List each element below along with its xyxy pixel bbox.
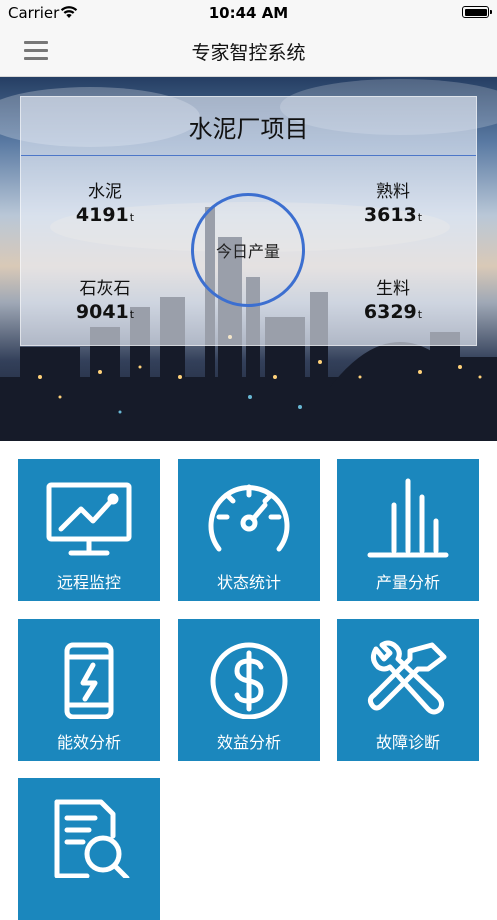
page-title: 专家智控系统 [191, 42, 306, 64]
stat-value: 3613 [363, 204, 417, 226]
project-title: 水泥厂项目 [188, 115, 309, 143]
stat-label: 石灰石 [79, 279, 131, 299]
today-output-ring: 今日产量 [191, 193, 305, 307]
monitor-chart-icon [46, 482, 132, 556]
hero-banner: 水泥厂项目 水泥 4191t 熟料 3613t 石灰石 9041t 生料 632… [0, 77, 497, 441]
bar-chart-icon [367, 478, 449, 558]
tile-energy-analysis[interactable]: 能效分析 [18, 619, 160, 761]
tile-label: 产量分析 [375, 573, 440, 592]
production-stats-panel: 水泥厂项目 水泥 4191t 熟料 3613t 石灰石 9041t 生料 632… [20, 96, 477, 346]
stat-value: 6329 [363, 301, 417, 323]
stat-raw-meal: 生料 6329t [328, 274, 458, 323]
stat-unit: t [417, 308, 423, 321]
nav-bar: 专家智控系统 [0, 26, 497, 77]
tile-label: 远程监控 [56, 573, 121, 592]
tile-label: 状态统计 [216, 573, 281, 592]
stat-value: 9041 [75, 301, 129, 323]
battery-icon [462, 6, 492, 18]
gauge-icon [208, 484, 290, 552]
tile-remote-monitoring[interactable]: 远程监控 [18, 459, 160, 601]
stat-label: 生料 [376, 279, 410, 299]
stat-value: 4191 [75, 204, 129, 226]
clock: 10:44 AM [208, 4, 289, 22]
stat-clinker: 熟料 3613t [328, 177, 458, 226]
tile-fault-diagnosis[interactable]: 故障诊断 [337, 619, 479, 761]
tile-label: 能效分析 [56, 733, 121, 752]
tile-output-analysis[interactable]: 产量分析 [337, 459, 479, 601]
stat-unit: t [417, 211, 423, 224]
stat-label: 水泥 [88, 182, 122, 202]
tile-report-search[interactable] [18, 778, 160, 920]
stat-unit: t [129, 211, 135, 224]
stat-label: 熟料 [376, 182, 410, 202]
document-search-icon [54, 799, 130, 878]
status-bar: Carrier 10:44 AM [0, 0, 497, 26]
panel-divider [21, 155, 476, 156]
battery-bolt-icon [64, 642, 114, 719]
dollar-icon [210, 642, 288, 719]
stat-limestone: 石灰石 9041t [40, 274, 170, 323]
stat-cement: 水泥 4191t [40, 177, 170, 226]
tile-label: 效益分析 [216, 733, 281, 752]
stat-unit: t [129, 308, 135, 321]
tile-benefit-analysis[interactable]: 效益分析 [178, 619, 320, 761]
tile-label: 故障诊断 [375, 733, 440, 752]
today-output-label: 今日产量 [215, 242, 280, 261]
tools-icon [367, 640, 447, 715]
tile-status-statistics[interactable]: 状态统计 [178, 459, 320, 601]
